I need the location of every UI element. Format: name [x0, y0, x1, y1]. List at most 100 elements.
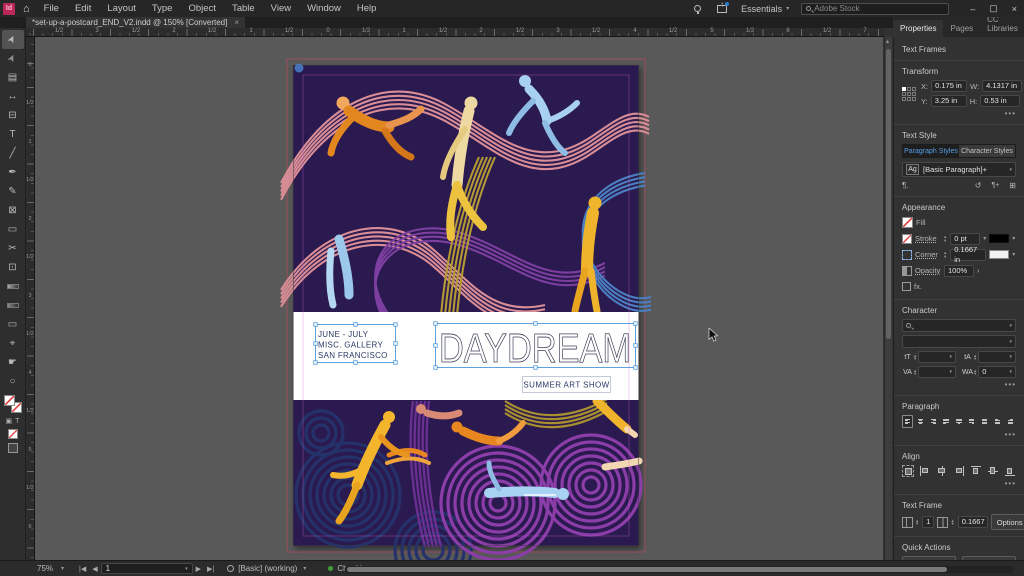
window-minimize-button[interactable]: – [970, 4, 975, 14]
justify-right-button[interactable] [966, 415, 977, 428]
eyedropper-tool[interactable]: ⌖ [2, 334, 24, 353]
pen-tool[interactable]: ✒ [2, 163, 24, 182]
opacity-link[interactable]: Opacity [915, 266, 941, 275]
paragraph-styles-tab[interactable]: Paragraph Styles [903, 145, 959, 157]
menu-help[interactable]: Help [357, 3, 377, 14]
corner-stepper[interactable]: ▴ ▾ [944, 250, 946, 258]
horizontal-scroll-thumb[interactable] [347, 567, 947, 572]
first-page-button[interactable]: |◀ [79, 565, 86, 573]
canvas-vertical-scrollbar[interactable]: ▴ [884, 37, 892, 560]
kerning-stepper[interactable]: ▴ ▾ [974, 368, 976, 376]
align-to-selector[interactable] [902, 465, 914, 477]
screen-mode-button[interactable] [7, 443, 18, 453]
tracking-input[interactable]: ▾ [918, 366, 956, 378]
menu-table[interactable]: Table [232, 3, 255, 14]
corner-link[interactable]: Corner [915, 250, 941, 259]
pasteboard[interactable]: JUNE - JULY MISC. GALLERY SAN FRANCISCO … [35, 37, 883, 560]
share-icon[interactable] [717, 0, 730, 13]
stroke-none-swatch[interactable] [902, 233, 912, 244]
next-page-button[interactable]: ▶ [196, 565, 201, 573]
scroll-up-arrow-icon[interactable]: ▴ [886, 38, 889, 45]
align-bottom-edges-button[interactable] [1004, 465, 1016, 477]
paragraph-mark-icon[interactable]: ¶. [902, 181, 909, 190]
align-horizontal-centers-button[interactable] [936, 465, 948, 477]
text-frame-options-button[interactable]: Options [990, 514, 1024, 530]
fill-none-swatch[interactable] [902, 217, 913, 228]
note-tool[interactable]: ▭ [2, 315, 24, 334]
redefine-style-icon[interactable]: ↺ [975, 181, 982, 190]
gutter-stepper[interactable]: ▴ ▾ [951, 518, 953, 526]
last-page-button[interactable]: ▶| [207, 565, 214, 573]
x-input[interactable]: 0.175 in [931, 80, 968, 92]
menu-type[interactable]: Type [152, 3, 173, 14]
vertical-scroll-thumb[interactable] [886, 49, 891, 339]
font-size-stepper[interactable]: ▴ ▾ [914, 353, 916, 361]
tab-close-icon[interactable]: × [234, 18, 239, 27]
tracking-stepper[interactable]: ▴ ▾ [914, 368, 916, 376]
tab-properties[interactable]: Properties [893, 20, 944, 37]
font-style-dropdown[interactable]: ▾ [902, 335, 1016, 348]
learn-icon[interactable] [694, 5, 702, 14]
selection-tool[interactable]: ➤ [1, 30, 24, 49]
justify-left-button[interactable] [940, 415, 951, 428]
info-line-1[interactable]: JUNE - JULY [318, 330, 369, 339]
leading-stepper[interactable]: ▴ ▾ [974, 353, 976, 361]
align-left-edges-button[interactable] [919, 465, 931, 477]
align-top-edges-button[interactable] [970, 465, 982, 477]
stroke-link[interactable]: Stroke [915, 234, 941, 243]
paragraph-style-dropdown[interactable]: Ag [Basic Paragraph]+ ▾ [902, 162, 1016, 177]
stroke-weight-input[interactable]: 0 pt [950, 232, 981, 245]
justify-center-button[interactable] [953, 415, 964, 428]
menu-file[interactable]: File [44, 3, 59, 14]
character-styles-tab[interactable]: Character Styles [959, 145, 1015, 157]
character-more-options[interactable]: ••• [902, 380, 1016, 389]
canvas-horizontal-scrollbar[interactable] [345, 566, 1013, 573]
indesign-logo-icon[interactable]: Id [3, 2, 15, 15]
align-vertical-centers-button[interactable] [987, 465, 999, 477]
preflight-profile-dropdown[interactable]: [Basic] (working) [238, 564, 297, 573]
hand-tool[interactable]: ☛ [2, 353, 24, 372]
zoom-tool[interactable]: ○ [2, 372, 24, 391]
columns-stepper[interactable]: ▴ ▾ [916, 518, 918, 526]
content-collector-tool[interactable]: ⊟ [2, 106, 24, 125]
corner-style-preview[interactable] [989, 250, 1010, 259]
style-override-icon[interactable]: ¶+ [991, 182, 999, 189]
menu-view[interactable]: View [271, 3, 291, 14]
align-center-button[interactable] [915, 415, 926, 428]
line-tool[interactable]: ╱ [2, 144, 24, 163]
align-right-edges-button[interactable] [953, 465, 965, 477]
y-input[interactable]: 3.25 in [930, 95, 967, 107]
reference-point-proxy[interactable] [902, 86, 916, 101]
menu-edit[interactable]: Edit [75, 3, 91, 14]
horizontal-ruler[interactable]: 1/2 3 1/2 2 1/2 1 1/2 0 1/2 1 1/2 2 1/2 … [26, 28, 884, 37]
workspace-switcher[interactable]: Essentials [741, 4, 782, 14]
window-close-button[interactable]: × [1012, 4, 1017, 14]
scissors-tool[interactable]: ✂ [2, 239, 24, 258]
gradient-swatch-tool[interactable] [2, 277, 24, 296]
height-input[interactable]: 0.53 in [980, 95, 1021, 107]
columns-input[interactable]: 1 [922, 516, 935, 528]
postcard-page[interactable]: JUNE - JULY MISC. GALLERY SAN FRANCISCO … [279, 58, 653, 560]
home-icon[interactable]: ⌂ [23, 3, 30, 15]
document-tab[interactable]: *set-up-a-postcard_END_V2.indd @ 150% [C… [26, 17, 246, 28]
font-family-dropdown[interactable]: ▾ [902, 319, 1016, 332]
adobe-stock-search-input[interactable]: Adobe Stock [801, 2, 950, 15]
stroke-style-preview[interactable] [989, 234, 1010, 243]
corner-input[interactable]: 0.1667 in [950, 245, 987, 264]
page-number-field[interactable]: 1 ▾ [100, 563, 193, 574]
chevron-down-icon[interactable]: ▾ [1012, 251, 1015, 258]
gradient-feather-tool[interactable] [2, 296, 24, 315]
align-more-options[interactable]: ••• [902, 479, 1016, 488]
justify-all-button[interactable] [979, 415, 990, 428]
stroke-weight-stepper[interactable]: ▴ ▾ [944, 234, 946, 242]
align-toward-spine-button[interactable] [992, 415, 1003, 428]
info-line-3[interactable]: SAN FRANCISCO [318, 351, 388, 360]
zoom-level-dropdown[interactable]: 75% [37, 564, 53, 573]
opacity-more-arrow[interactable]: › [977, 266, 980, 275]
formatting-affects-text-icon[interactable]: T [15, 418, 19, 425]
paragraph-more-options[interactable]: ••• [902, 430, 1016, 439]
leading-input[interactable]: ▾ [978, 351, 1016, 363]
rectangle-frame-tool[interactable]: ⊠ [2, 201, 24, 220]
align-away-spine-button[interactable] [1005, 415, 1016, 428]
fill-stroke-proxy[interactable] [3, 395, 22, 413]
